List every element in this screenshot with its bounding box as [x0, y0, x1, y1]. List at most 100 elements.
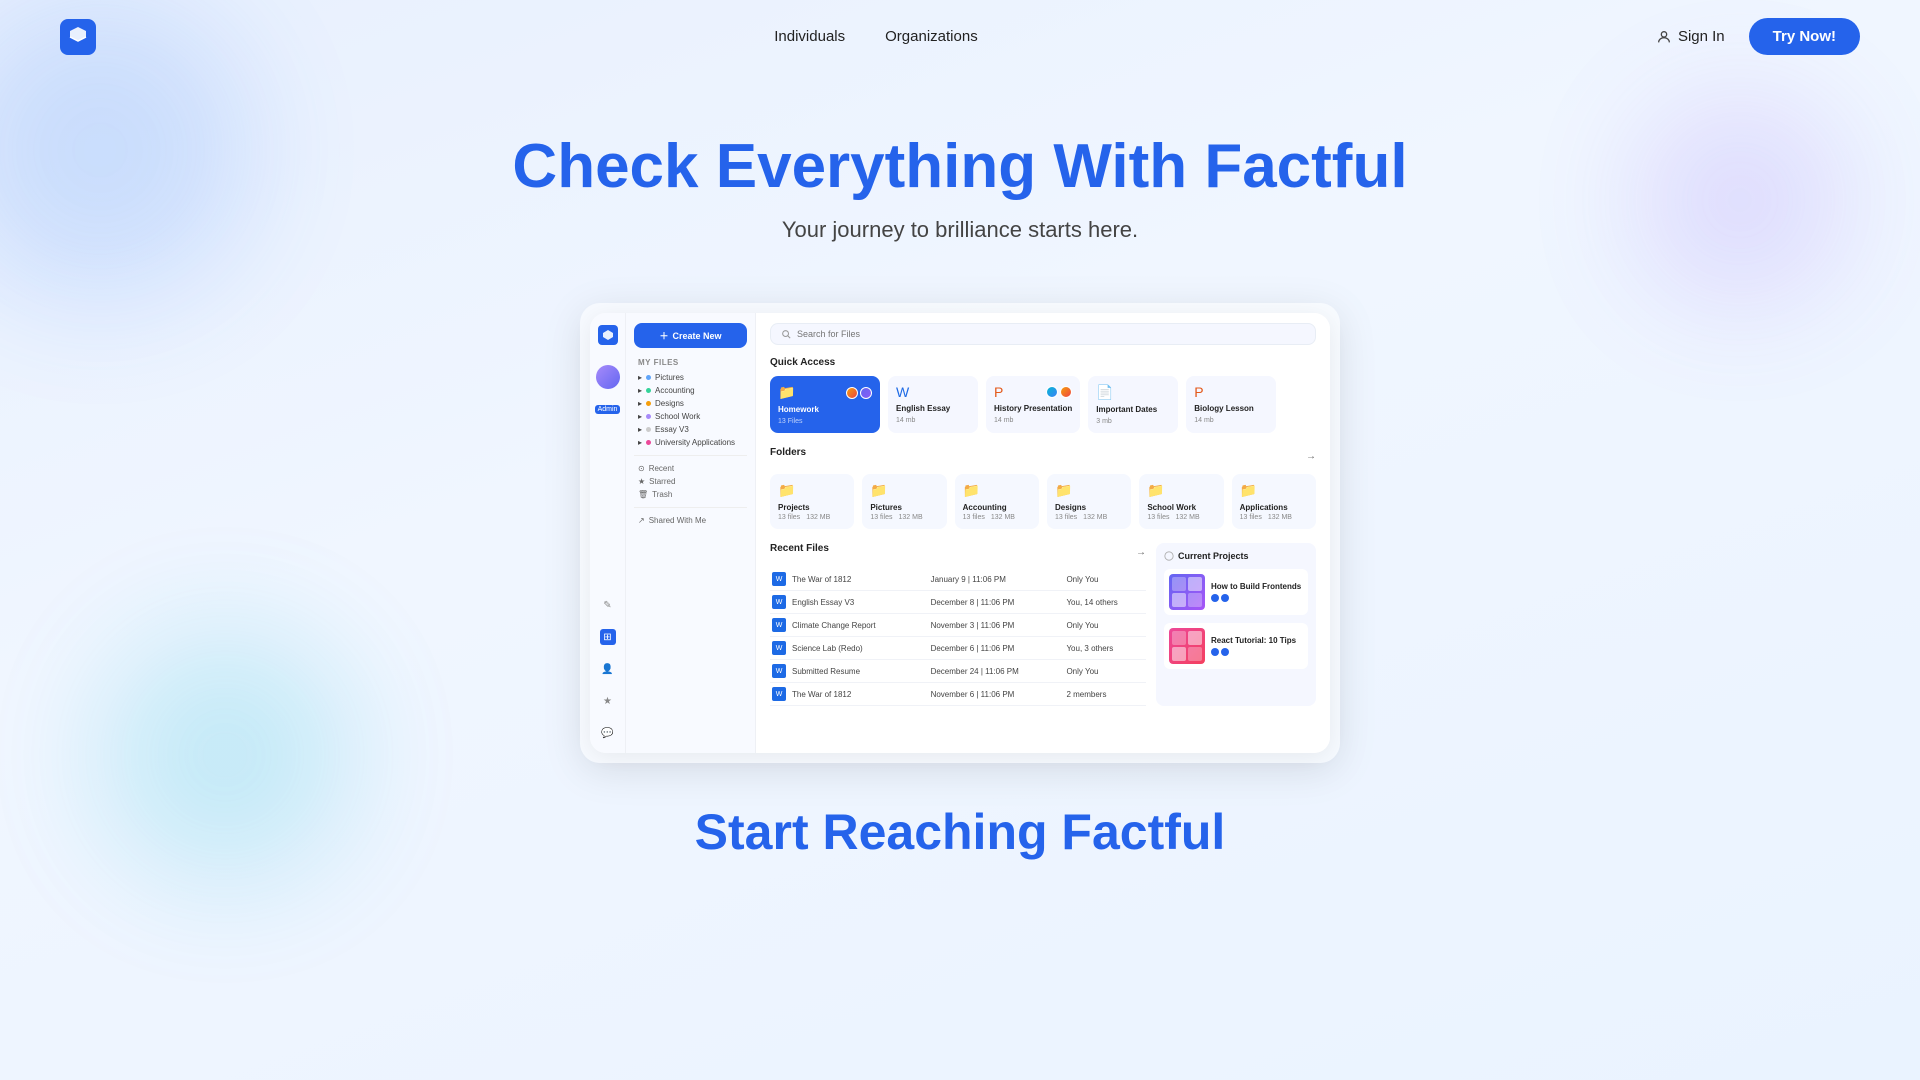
- qa-card-history[interactable]: P History Presentation 14 mb: [986, 376, 1080, 433]
- qa-card-english-essay[interactable]: W English Essay 14 mb: [888, 376, 978, 433]
- word-icon: W: [896, 384, 970, 400]
- sidebar-item-essay[interactable]: ▸ Essay V3: [634, 423, 747, 436]
- file-icon: W: [772, 687, 786, 701]
- table-row[interactable]: WClimate Change Report November 3 | 11:0…: [770, 614, 1146, 637]
- sidebar-trash[interactable]: 🗑 Trash: [634, 488, 747, 501]
- recent-files-table: WThe War of 1812 January 9 | 11:06 PM On…: [770, 568, 1146, 706]
- folder-projects[interactable]: 📁 Projects 13 files 132 MB: [770, 474, 854, 529]
- recent-files-label: Recent Files: [770, 543, 829, 554]
- project-toggle[interactable]: [1211, 594, 1303, 602]
- project-thumb: [1169, 628, 1205, 664]
- sidebar-item-designs[interactable]: ▸ Designs: [634, 397, 747, 410]
- folder-name: School Work: [1147, 503, 1215, 512]
- bottom-section: Recent Files → WThe War of 1812 January …: [770, 543, 1316, 706]
- qa-card-homework[interactable]: 📁 Homework 13 Files: [770, 376, 880, 433]
- sidebar-shared[interactable]: ↗ Shared With Me: [634, 514, 747, 527]
- edit-icon[interactable]: ✎: [600, 597, 616, 613]
- chat-icon[interactable]: 💬: [600, 725, 616, 741]
- qa-card-size: 14 mb: [994, 417, 1072, 424]
- qa-card-name: Biology Lesson: [1194, 404, 1268, 413]
- hero-subheadline: Your journey to brilliance starts here.: [20, 217, 1900, 243]
- table-row[interactable]: WScience Lab (Redo) December 6 | 11:06 P…: [770, 637, 1146, 660]
- try-now-button[interactable]: Try Now!: [1749, 18, 1860, 55]
- toggle-dot: [1211, 594, 1219, 602]
- my-files-section: My Files: [638, 358, 747, 367]
- sidebar-item-pictures[interactable]: ▸ Pictures: [634, 371, 747, 384]
- ppt-icon: P: [994, 384, 1003, 400]
- search-input[interactable]: [797, 329, 1305, 339]
- table-row[interactable]: WThe War of 1812 November 6 | 11:06 PM 2…: [770, 683, 1146, 706]
- quick-access-row: 📁 Homework 13 Files W English Essay: [770, 376, 1316, 433]
- sidebar-item-accounting[interactable]: ▸ Accounting: [634, 384, 747, 397]
- qa-card-biology[interactable]: P Biology Lesson 14 mb: [1186, 376, 1276, 433]
- folders-arrow[interactable]: →: [1306, 451, 1316, 462]
- qa-card-name: History Presentation: [994, 404, 1072, 413]
- ppt2-icon: P: [1194, 384, 1268, 400]
- admin-badge: Admin: [595, 405, 621, 414]
- folder-name: Accounting: [963, 503, 1031, 512]
- table-row[interactable]: WEnglish Essay V3 December 8 | 11:06 PM …: [770, 591, 1146, 614]
- search-bar[interactable]: [770, 323, 1316, 345]
- quick-access-label: Quick Access: [770, 357, 1316, 368]
- table-row[interactable]: WSubmitted Resume December 24 | 11:06 PM…: [770, 660, 1146, 683]
- sidebar-logo: [598, 325, 618, 345]
- logo[interactable]: [60, 19, 96, 55]
- recent-arrow[interactable]: →: [1136, 547, 1146, 558]
- project-item-1[interactable]: How to Build Frontends: [1164, 569, 1308, 615]
- recent-files-panel: Recent Files → WThe War of 1812 January …: [770, 543, 1146, 706]
- sign-in-button[interactable]: Sign In: [1656, 28, 1725, 45]
- file-icon: W: [772, 572, 786, 586]
- project-item-2[interactable]: React Tutorial: 10 Tips: [1164, 623, 1308, 669]
- folder-meta: 13 files 132 MB: [870, 514, 938, 521]
- sidebar-starred[interactable]: ★ Starred: [634, 475, 747, 488]
- avatars: [1046, 386, 1072, 398]
- folder-pictures[interactable]: 📁 Pictures 13 files 132 MB: [862, 474, 946, 529]
- users-icon[interactable]: 👤: [600, 661, 616, 677]
- folder-school-work[interactable]: 📁 School Work 13 files 132 MB: [1139, 474, 1223, 529]
- hero-section: Check Everything With Factful Your journ…: [0, 73, 1920, 263]
- folder-designs-icon: 📁: [1055, 482, 1123, 499]
- current-projects-title: Current Projects: [1164, 551, 1308, 561]
- file-icon: W: [772, 595, 786, 609]
- folder-name: Applications: [1240, 503, 1308, 512]
- file-icon: W: [772, 641, 786, 655]
- sidebar-recent[interactable]: ⊙ Recent: [634, 462, 747, 475]
- projects-icon: [1164, 551, 1174, 561]
- toggle-dot: [1211, 648, 1219, 656]
- folder-name: Projects: [778, 503, 846, 512]
- star-icon[interactable]: ★: [600, 693, 616, 709]
- search-icon: [781, 329, 791, 339]
- qa-card-size: 14 mb: [1194, 417, 1268, 424]
- app-mockup: Admin ✎ ⊞ 👤 ★ 💬 ＋ Create New My Files ▸ …: [580, 303, 1340, 763]
- hero-headline: Check Everything With Factful: [20, 133, 1900, 201]
- navbar: Individuals Organizations Sign In Try No…: [0, 0, 1920, 73]
- qa-card-important-dates[interactable]: 📄 Important Dates 3 mb: [1088, 376, 1178, 433]
- folder-accounting[interactable]: 📁 Accounting 13 files 132 MB: [955, 474, 1039, 529]
- folder-designs[interactable]: 📁 Designs 13 files 132 MB: [1047, 474, 1131, 529]
- folder-name: Designs: [1055, 503, 1123, 512]
- file-icon: W: [772, 664, 786, 678]
- toggle-dot: [1221, 648, 1229, 656]
- nav-organizations[interactable]: Organizations: [885, 28, 978, 45]
- qa-card-name: Important Dates: [1096, 405, 1170, 414]
- folder-meta: 13 files 132 MB: [1055, 514, 1123, 521]
- table-row[interactable]: WThe War of 1812 January 9 | 11:06 PM On…: [770, 568, 1146, 591]
- project-toggle[interactable]: [1211, 648, 1303, 656]
- toggle-dot: [1221, 594, 1229, 602]
- user-avatar[interactable]: [596, 365, 620, 389]
- project-thumb: [1169, 574, 1205, 610]
- nav-individuals[interactable]: Individuals: [774, 28, 845, 45]
- grid-icon[interactable]: ⊞: [600, 629, 616, 645]
- recent-header: Recent Files →: [770, 543, 1146, 562]
- folder-meta: 13 files 132 MB: [1240, 514, 1308, 521]
- sign-in-label: Sign In: [1678, 28, 1725, 45]
- folders-header: Folders →: [770, 447, 1316, 466]
- avatars: [846, 387, 872, 399]
- sidebar-item-school-work[interactable]: ▸ School Work: [634, 410, 747, 423]
- sidebar-item-university[interactable]: ▸ University Applications: [634, 436, 747, 449]
- folder-name: Pictures: [870, 503, 938, 512]
- folder-pictures-icon: 📁: [870, 482, 938, 499]
- create-new-button[interactable]: ＋ Create New: [634, 323, 747, 348]
- folder-applications[interactable]: 📁 Applications 13 files 132 MB: [1232, 474, 1316, 529]
- app-shell: Admin ✎ ⊞ 👤 ★ 💬 ＋ Create New My Files ▸ …: [590, 313, 1330, 753]
